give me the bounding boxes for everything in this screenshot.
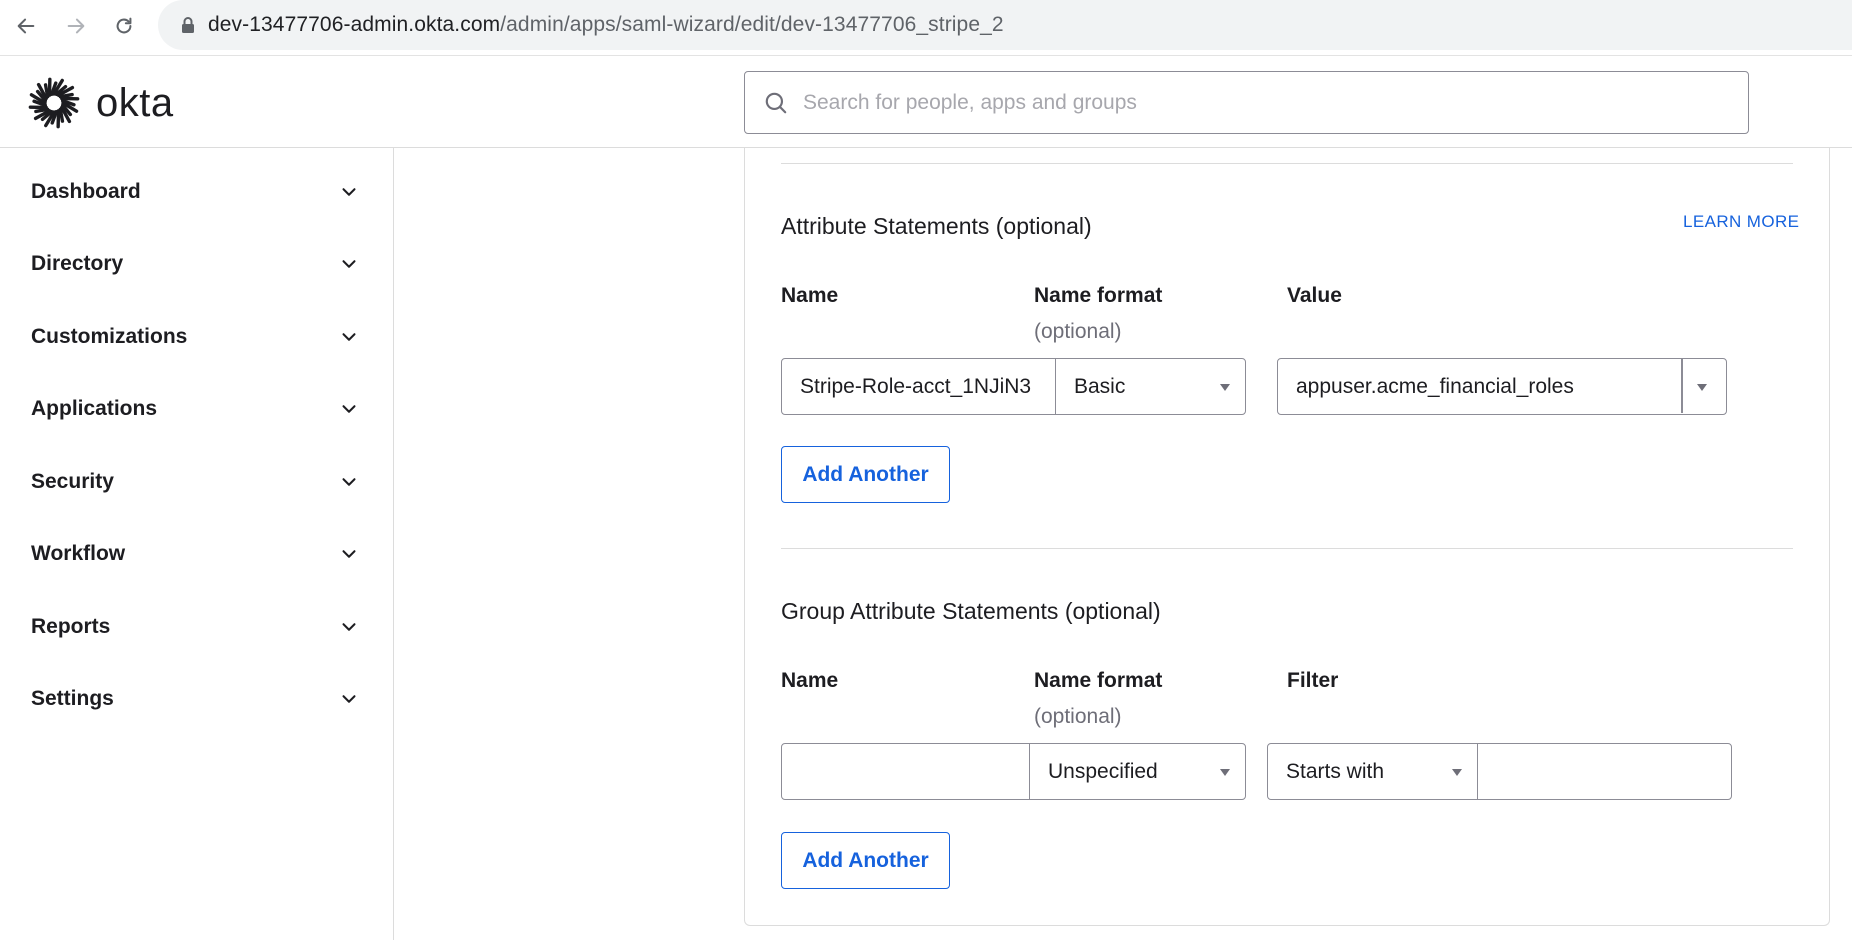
sidebar-item-label: Security (31, 470, 114, 493)
url-text[interactable]: dev-13477706-admin.okta.com/admin/apps/s… (208, 12, 1004, 38)
arrow-right-icon (67, 18, 85, 34)
caret-down-icon (1220, 384, 1230, 391)
add-attribute-button[interactable]: Add Another (781, 446, 950, 503)
chevron-down-icon (342, 550, 356, 558)
chevron-down-icon (342, 478, 356, 486)
group-filter-value-input[interactable] (1477, 743, 1732, 800)
saml-settings-panel (744, 148, 1830, 926)
sidebar-item-label: Applications (31, 397, 158, 420)
lock-icon (182, 17, 194, 33)
learn-more-link[interactable]: LEARN MORE (1683, 212, 1799, 232)
attr-name-value: Stripe-Role-acct_1NJiN3 (800, 374, 1032, 398)
reload-button[interactable] (106, 8, 142, 44)
sunburst-ray (34, 107, 50, 114)
app-header: okta (0, 56, 1852, 148)
group-attribute-statements-title: Group Attribute Statements (optional) (781, 598, 1161, 624)
caret-down-icon (1220, 769, 1230, 776)
search-icon (765, 92, 787, 113)
add-group-attribute-button[interactable]: Add Another (781, 832, 950, 889)
caret-down-icon[interactable] (1697, 384, 1707, 391)
group-filter-type-value: Starts with (1286, 759, 1385, 783)
sidebar-item-dashboard[interactable]: Dashboard (0, 156, 393, 228)
sidebar-item-label: Settings (31, 687, 114, 710)
group-filter-column-label: Filter (1287, 669, 1339, 692)
reload-icon (116, 17, 132, 34)
group-name-format-select[interactable]: Unspecified (1029, 743, 1246, 800)
sunburst-ray (43, 83, 50, 99)
sidebar-item-label: Workflow (31, 542, 126, 565)
attr-name-column-label: Name (781, 284, 839, 307)
attr-format-value: Basic (1074, 374, 1126, 398)
group-format-value: Unspecified (1048, 759, 1158, 783)
sidebar-item-workflow[interactable]: Workflow (0, 518, 393, 590)
sidebar-item-security[interactable]: Security (0, 446, 393, 518)
sidebar-nav: Dashboard Directory Customizations Appli… (0, 148, 394, 940)
attr-format-column-label: Name format (1034, 284, 1163, 307)
sidebar-item-settings[interactable]: Settings (0, 663, 393, 735)
caret-down-icon (1452, 769, 1462, 776)
global-search (744, 71, 1749, 134)
back-button[interactable] (8, 8, 44, 44)
sidebar-item-label: Reports (31, 615, 111, 638)
chevron-down-icon (342, 188, 356, 196)
group-filter-type-select[interactable]: Starts with (1267, 743, 1479, 800)
attr-name-input[interactable]: Stripe-Role-acct_1NJiN3 (781, 358, 1057, 415)
section-divider (781, 163, 1793, 164)
sidebar-item-directory[interactable]: Directory (0, 228, 393, 300)
sunburst-ray (58, 107, 65, 123)
attr-format-optional-note: (optional) (1034, 320, 1122, 343)
combobox-separator (1681, 359, 1683, 413)
chevron-down-icon (342, 623, 356, 631)
attr-value-text: appuser.acme_financial_roles (1296, 374, 1574, 398)
group-name-input[interactable] (781, 743, 1031, 800)
sidebar-item-applications[interactable]: Applications (0, 373, 393, 445)
chevron-down-icon (342, 260, 356, 268)
sidebar-item-label: Directory (31, 252, 124, 275)
chevron-down-icon (342, 405, 356, 413)
forward-button[interactable] (58, 8, 94, 44)
okta-sunburst-icon (28, 77, 80, 129)
sidebar-item-customizations[interactable]: Customizations (0, 301, 393, 373)
logo-text: okta (96, 81, 174, 125)
group-name-column-label: Name (781, 669, 839, 692)
attr-name-format-select[interactable]: Basic (1055, 358, 1246, 415)
attribute-statements-title: Attribute Statements (optional) (781, 213, 1092, 239)
attr-value-combobox[interactable]: appuser.acme_financial_roles (1277, 358, 1727, 415)
okta-logo[interactable]: okta (28, 77, 174, 129)
sidebar-item-label: Customizations (31, 325, 188, 348)
chevron-down-icon (342, 695, 356, 703)
attr-value-column-label: Value (1287, 284, 1342, 307)
group-format-optional-note: (optional) (1034, 705, 1122, 728)
arrow-left-icon (17, 18, 35, 34)
sidebar-item-label: Dashboard (31, 180, 141, 203)
url-host: dev-13477706-admin.okta.com (208, 13, 501, 36)
browser-toolbar: dev-13477706-admin.okta.com/admin/apps/s… (0, 0, 1852, 56)
search-input[interactable] (803, 90, 1703, 115)
sidebar-item-reports[interactable]: Reports (0, 591, 393, 663)
chevron-down-icon (342, 333, 356, 341)
url-path: /admin/apps/saml-wizard/edit/dev-1347770… (500, 13, 1004, 36)
group-format-column-label: Name format (1034, 669, 1163, 692)
section-divider (781, 548, 1793, 549)
sunburst-ray (58, 92, 74, 99)
